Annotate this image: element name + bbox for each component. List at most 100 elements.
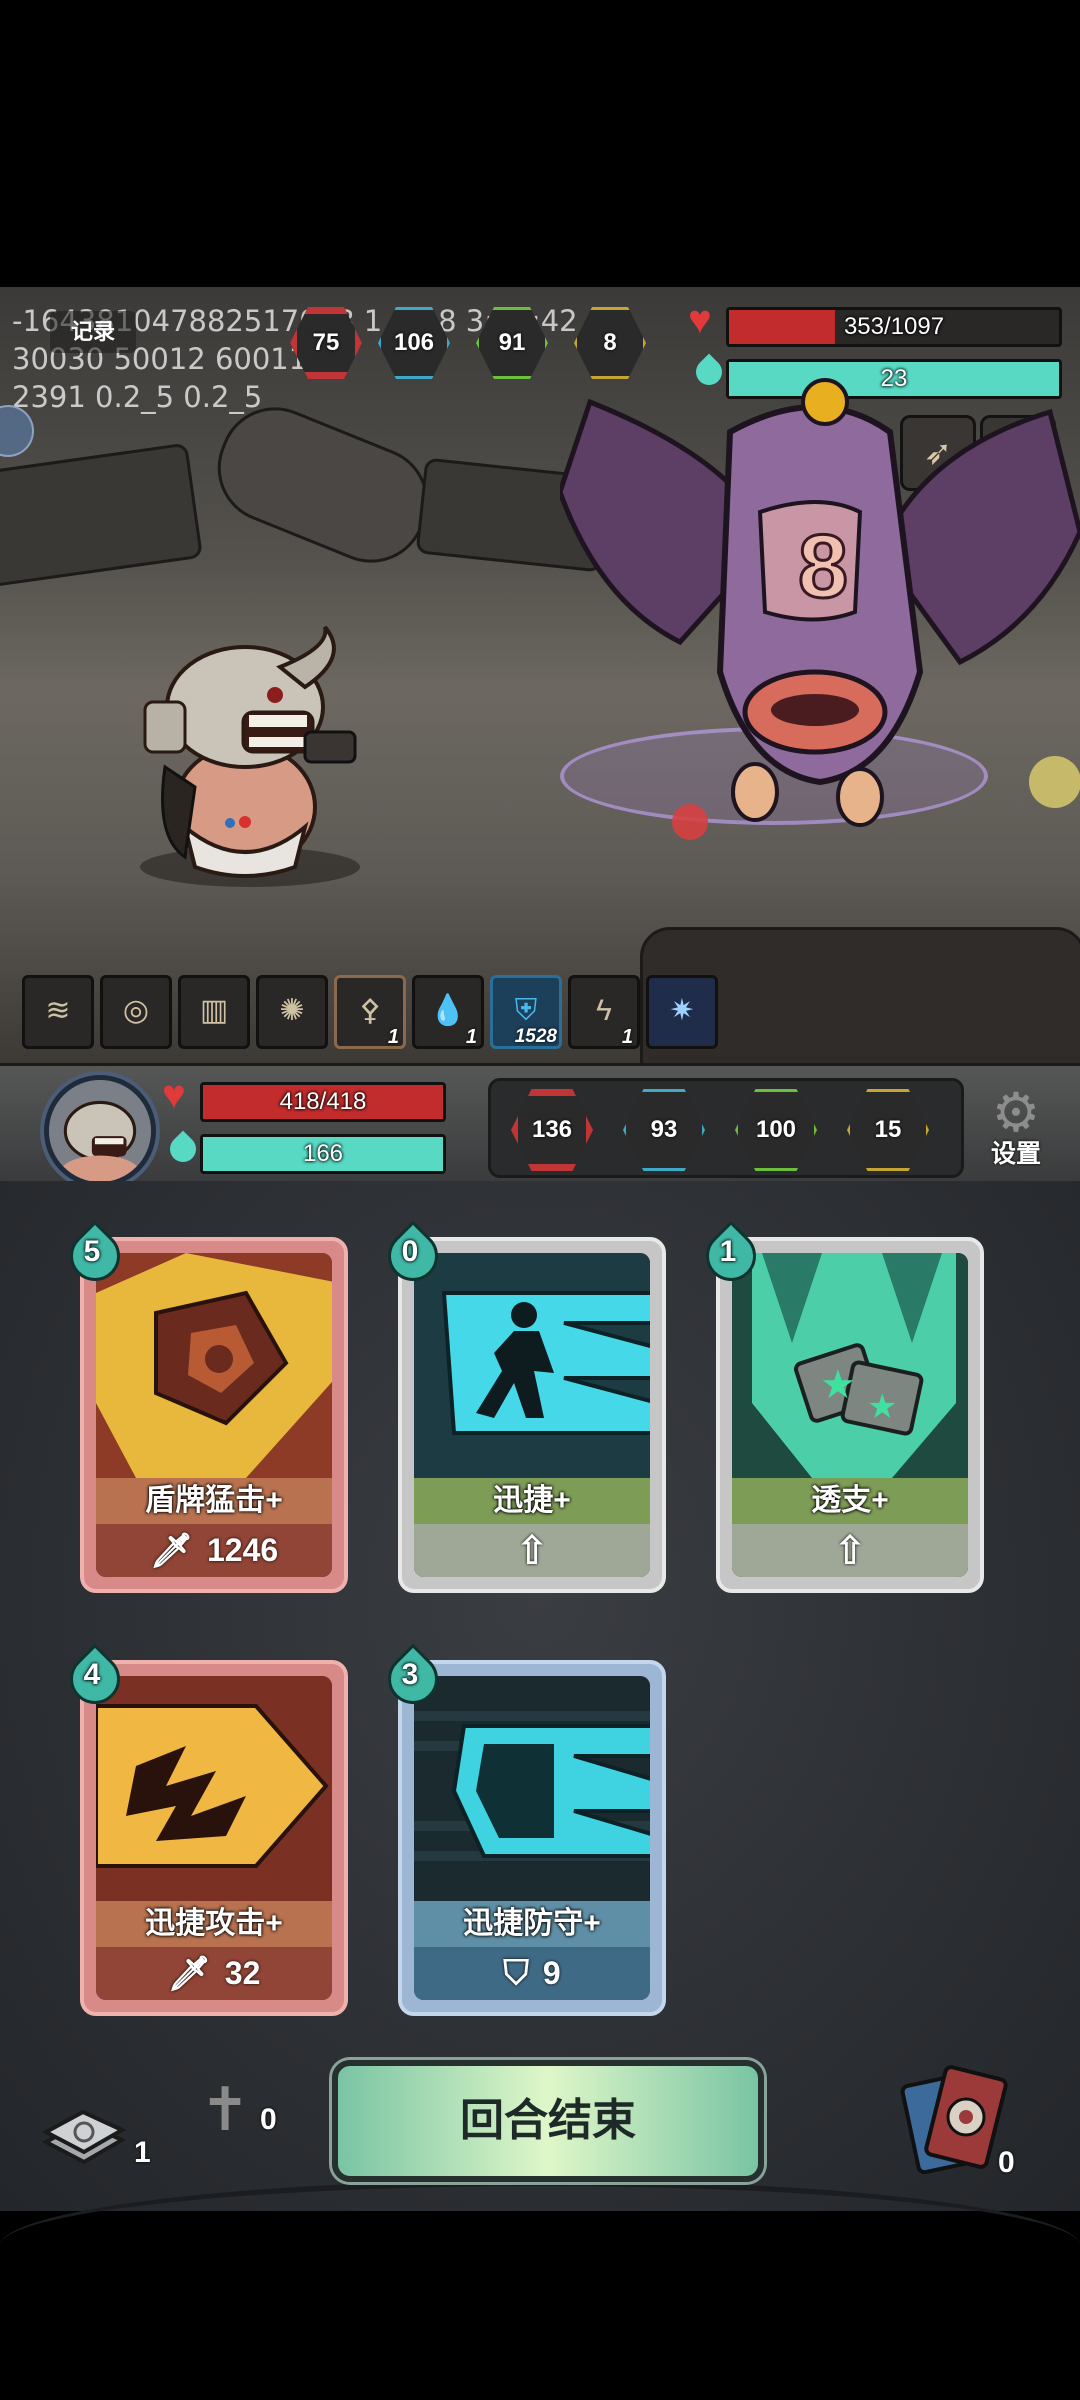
status-mummy-wrap[interactable]: ≋ [22,975,94,1049]
card-title: 迅捷攻击+ [96,1901,332,1947]
card-body: 迅捷防守+ ⛉ 9 [414,1676,650,2000]
svg-text:★: ★ [820,1362,856,1408]
card-body: 迅捷+ ⇧ [414,1253,650,1577]
discard-pile[interactable]: 0 [900,2060,1020,2180]
svg-text:8: 8 [798,517,848,617]
grave-cross-icon: ✝ [199,2076,251,2143]
status-wrist-guard[interactable]: ▥ [178,975,250,1049]
battle-scene: -164381047882517078 1 9/18 3:29:42 30030… [0,287,1080,1063]
wisdom-icon: 93 [623,1089,705,1171]
compass-icon: ✺ [279,994,305,1027]
card-swift-defense[interactable]: 迅捷防守+ ⛉ 9 3 [377,1643,666,2016]
settings-button[interactable]: ⚙ 设置 [976,1084,1056,1174]
strength-icon: 75 [290,307,362,379]
status-block[interactable]: ⛨ 1528 [490,975,562,1049]
card-title: 盾牌猛击+ [96,1478,332,1524]
enemy-stat-defense: 91 [476,307,550,385]
card-body: 盾牌猛击+ 🗡 1246 [96,1253,332,1577]
graveyard-pile[interactable]: ✝ 0 [180,2065,277,2155]
hand-frame-arc [0,2180,1080,2246]
star-cards-art: ★ ★ [732,1253,968,1478]
background-rock [0,442,204,588]
end-turn-button[interactable]: 回合结束 [332,2060,764,2182]
energy-drop-icon [166,1128,200,1166]
running-figure-art [414,1253,650,1478]
card-shield-bash[interactable]: 盾牌猛击+ 🗡 1246 5 [59,1220,348,1593]
blade-icon: 🗡 [167,1954,211,1993]
player-stats-panel: 136 93 100 15 [488,1078,964,1178]
enemy-hp-bar: 353/1097 [726,307,1062,347]
agility-icon: 15 [847,1089,929,1171]
debug-line: 2391 0.2_5 0.2_5 [12,380,263,414]
bottom-controls: 1 ✝ 0 回合结束 0 [0,2030,1080,2210]
card-value: ⛉ 9 [414,1947,650,2000]
card-body: 迅捷攻击+ 🗡 32 [96,1676,332,2000]
card-value: ⇧ [414,1524,650,1577]
bone-icon: ⚴ [359,994,381,1027]
svg-text:★: ★ [867,1387,897,1427]
draw-pile-icon [41,2109,127,2165]
player-stat-strength[interactable]: 136 [511,1089,593,1171]
player-energy-bar: 166 [200,1134,446,1174]
upgrade-arrow-icon: ⇧ [833,1528,867,1573]
droplets-icon: 💧 [429,994,467,1027]
swift-strike-art [96,1676,332,1901]
player-energy-text: 166 [302,1140,344,1167]
swift-shield-art [414,1676,650,1901]
boss-character: 8 [560,378,1080,840]
wisdom-icon: 106 [378,307,450,379]
card-cost: 4 [59,1643,131,1715]
enemy-stat-strength: 75 [290,307,364,385]
settings-label: 设置 [990,1140,1041,1168]
player-hp-text: 418/418 [279,1088,367,1115]
player-hp-bar: 418/418 [200,1082,446,1122]
strength-icon: 136 [511,1089,593,1171]
card-value: ⇧ [732,1524,968,1577]
card-swift[interactable]: 迅捷+ ⇧ 0 [377,1220,666,1593]
shield-icon: ⛉ [503,1954,529,1992]
card-cost: 3 [377,1643,449,1715]
mummy-wrap-icon: ≋ [45,994,71,1027]
heart-icon: ♥ [162,1073,186,1117]
player-stat-agility[interactable]: 15 [847,1089,929,1171]
log-button[interactable]: 记录 [50,311,136,353]
crystal-burst-icon: ✷ [669,994,695,1027]
avatar[interactable] [44,1075,156,1193]
player-stat-wisdom[interactable]: 93 [623,1089,705,1171]
blade-icon: 🗡 [149,1531,193,1570]
draw-pile[interactable]: 1 [38,2092,151,2182]
shell-icon: ◎ [122,994,150,1027]
card-body: ★ ★ 透支+ ⇧ [732,1253,968,1577]
shield-bash-art [96,1253,332,1478]
card-title: 迅捷防守+ [414,1901,650,1947]
heart-icon: ♥ [688,298,712,342]
enemy-stat-wisdom: 106 [378,307,452,385]
block-shield-icon: ⛨ [514,994,538,1027]
defense-icon: 91 [476,307,548,379]
player-stat-defense[interactable]: 100 [735,1089,817,1171]
enemy-hp-text: 353/1097 [843,313,945,340]
upgrade-arrow-icon: ⇧ [515,1528,549,1573]
card-cost: 5 [59,1220,131,1292]
card-cost: 0 [377,1220,449,1292]
hero-portrait [49,1080,151,1193]
card-title: 迅捷+ [414,1478,650,1524]
card-cost: 1 [695,1220,767,1292]
card-title: 透支+ [732,1478,968,1524]
status-crystal-burst[interactable]: ✷ [646,975,718,1049]
status-bone[interactable]: ⚴ 1 [334,975,406,1049]
status-lightning-drop[interactable]: ϟ 1 [568,975,640,1049]
lightning-drop-icon: ϟ [596,994,612,1027]
card-swift-attack[interactable]: 迅捷攻击+ 🗡 32 4 [59,1643,348,2016]
player-status-bar: ♥ 418/418 166 136 93 100 15 ⚙ 设置 [0,1063,1080,1193]
hero-character [143,625,357,878]
status-shell[interactable]: ◎ [100,975,172,1049]
status-compass[interactable]: ✺ [256,975,328,1049]
wrist-guard-icon: ▥ [199,994,229,1027]
card-value: 🗡 32 [96,1947,332,2000]
status-droplets[interactable]: 💧 1 [412,975,484,1049]
card-value: 🗡 1246 [96,1524,332,1577]
card-overdraw[interactable]: ★ ★ 透支+ ⇧ 1 [695,1220,984,1593]
fallen-pillar [201,390,445,580]
defense-icon: 100 [735,1089,817,1171]
